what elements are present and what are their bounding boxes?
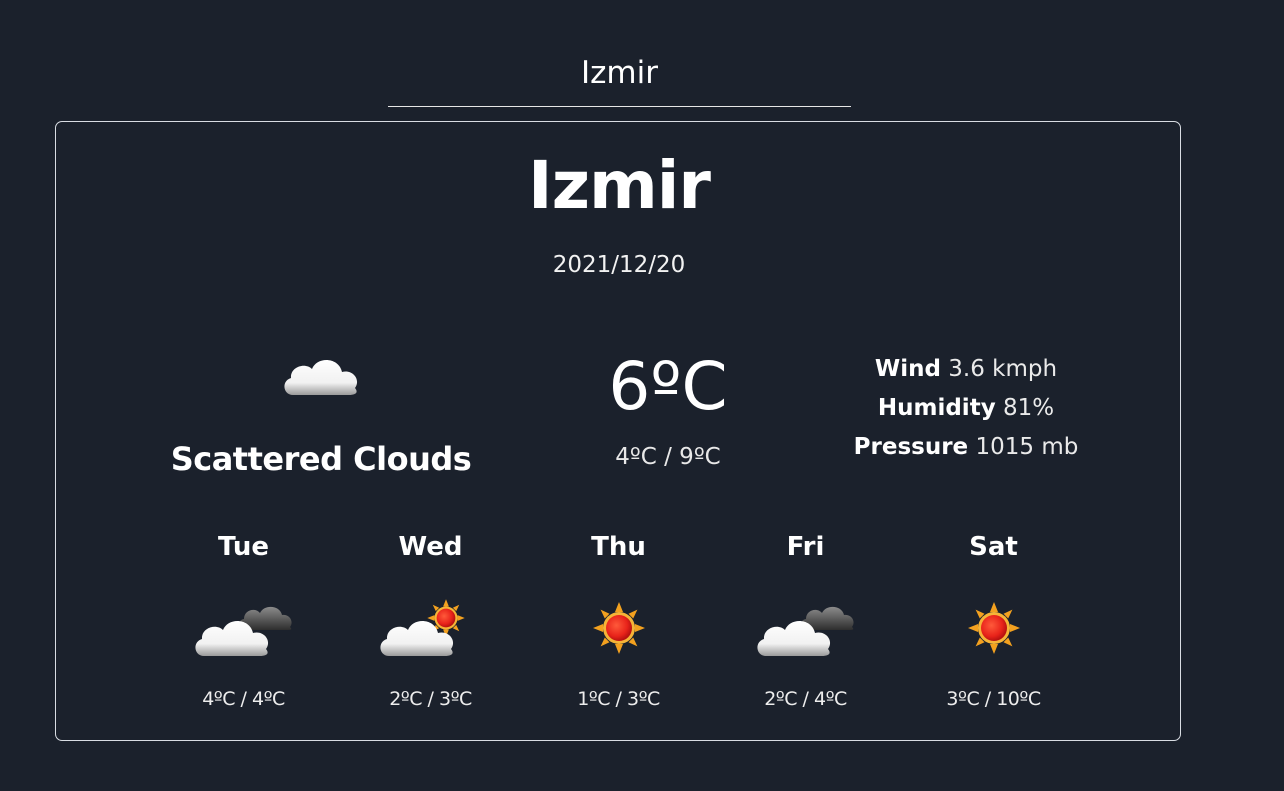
forecast-day-name: Sat [969,532,1018,562]
current-temperature-range: 4ºC / 9ºC [615,444,721,470]
current-temperature: 6ºC [608,348,728,425]
pressure-value: 1015 mb [975,434,1079,460]
current-date: 2021/12/20 [552,252,686,278]
cloud-icon [284,359,358,395]
city-search-input[interactable] [388,48,851,98]
forecast-day-name: Wed [398,532,463,562]
cloudy-icon [195,606,292,656]
search-bar [388,48,851,107]
sun-icon [968,602,1020,654]
humidity-label: Humidity [877,395,996,421]
forecast-day-range: 2ºC / 3ºC [389,688,472,710]
wind-value: 3.6 kmph [948,356,1058,382]
humidity-value: 81% [1003,395,1055,421]
wind-stat: Wind 3.6 kmph [826,350,1106,389]
sun-icon [593,602,645,654]
humidity-stat: Humidity 81% [826,389,1106,428]
forecast-day-name: Thu [591,532,646,562]
forecast-day-range: 4ºC / 4ºC [202,688,285,710]
cloudy-icon [757,606,854,656]
forecast-day-name: Tue [217,532,270,562]
forecast-day-range: 3ºC / 10ºC [946,688,1041,710]
forecast-row: Tue 4ºC / 4ºC Wed 2ºC / 3ºC Thu 1ºC / 3º… [150,530,1088,720]
pressure-label: Pressure [853,434,969,460]
partly-sunny-icon [380,599,465,656]
forecast-day-range: 2ºC / 4ºC [764,688,847,710]
forecast-day-name: Fri [786,532,825,562]
wind-label: Wind [874,356,941,382]
weather-condition: Scattered Clouds [170,440,472,478]
pressure-stat: Pressure 1015 mb [826,428,1106,467]
city-name: Izmir [528,147,711,224]
forecast-day-range: 1ºC / 3ºC [577,688,660,710]
weather-stats: Wind 3.6 kmph Humidity 81% Pressure 1015… [826,350,1106,467]
